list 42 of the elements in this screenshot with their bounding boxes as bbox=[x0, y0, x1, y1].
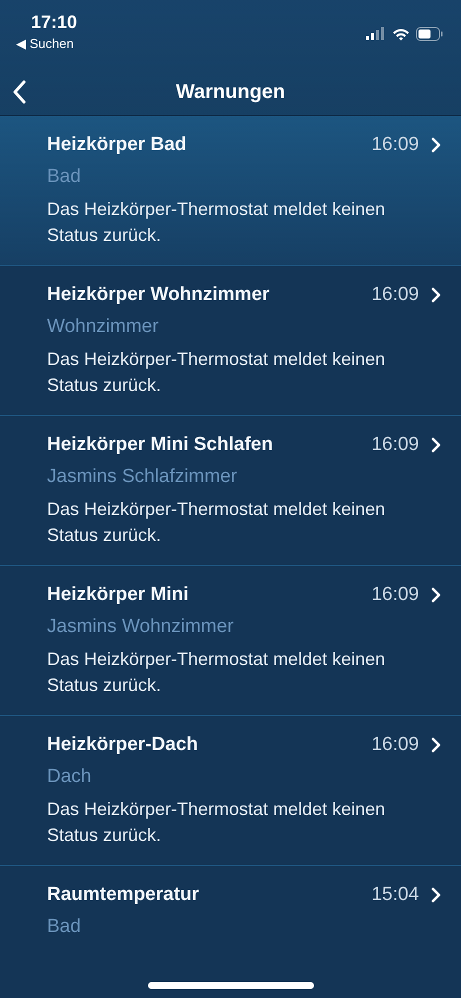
warning-message: Das Heizkörper-Thermostat meldet keinen Status zurück. bbox=[47, 798, 386, 847]
status-time: 17:10 bbox=[30, 12, 78, 33]
back-to-app-link[interactable]: ◀ Suchen bbox=[16, 36, 78, 51]
screen-title: Warnungen bbox=[176, 81, 286, 104]
chevron-icon bbox=[431, 137, 441, 153]
warning-location: Jasmins Wohnzimmer bbox=[47, 616, 235, 638]
warning-title: Heizkörper-Dach bbox=[47, 734, 199, 756]
chevron-icon bbox=[431, 437, 441, 453]
warning-item[interactable]: Heizkörper Wohnzimmer 16:09 Wohnzimmer Das Heizkörper-Thermostat meldet keinen Status zurück. bbox=[0, 266, 461, 416]
warning-time: 16:09 bbox=[371, 284, 419, 306]
warning-time: 16:09 bbox=[371, 734, 419, 756]
warning-message: Das Heizkörper-Thermostat meldet keinen Status zurück. bbox=[47, 198, 386, 247]
chevron-icon bbox=[431, 887, 441, 903]
warning-title: Heizkörper Wohnzimmer bbox=[47, 284, 270, 306]
warning-message: Das Heizkörper-Thermostat meldet keinen Status zurück. bbox=[47, 648, 386, 697]
warning-message: Das Heizkörper-Thermostat meldet keinen Status zurück. bbox=[47, 498, 386, 547]
warning-time: 16:09 bbox=[371, 434, 419, 456]
warning-title: Heizkörper Mini bbox=[47, 584, 190, 606]
chevron-icon bbox=[431, 587, 441, 603]
warning-location: Bad bbox=[47, 166, 82, 188]
chevron-icon bbox=[431, 287, 441, 303]
signal-icon bbox=[366, 27, 386, 41]
warning-title: Heizkörper Mini Schlafen bbox=[47, 434, 274, 456]
warning-location: Bad bbox=[47, 916, 82, 938]
warning-location: Jasmins Schlafzimmer bbox=[47, 466, 238, 488]
warning-title: Heizkörper Bad bbox=[47, 134, 188, 156]
warning-item[interactable]: Heizkörper Mini Schlafen 16:09 Jasmins Schlafzimmer Das Heizkörper-Thermostat meldet keinen Status zurück. bbox=[0, 416, 461, 566]
warning-time: 15:04 bbox=[371, 884, 419, 906]
back-icon[interactable] bbox=[12, 80, 26, 104]
warning-item[interactable]: Heizkörper-Dach 16:09 Dach Das Heizkörper-Thermostat meldet keinen Status zurück. bbox=[0, 716, 461, 866]
wifi-icon bbox=[392, 28, 410, 40]
warning-item[interactable]: Heizkörper Bad 16:09 Bad Das Heizkörper-Thermostat meldet keinen Status zurück. bbox=[0, 116, 461, 266]
chevron-icon bbox=[431, 737, 441, 753]
battery-icon bbox=[416, 27, 443, 41]
warning-time: 16:09 bbox=[371, 584, 419, 606]
warning-item[interactable]: Raumtemperatur 15:04 Bad bbox=[0, 866, 461, 998]
warning-item[interactable]: Heizkörper Mini 16:09 Jasmins Wohnzimmer Das Heizkörper-Thermostat meldet keinen Status zurück. bbox=[0, 566, 461, 716]
warning-message: Das Heizkörper-Thermostat meldet keinen Status zurück. bbox=[47, 348, 386, 397]
warning-time: 16:09 bbox=[371, 134, 419, 156]
warning-title: Raumtemperatur bbox=[47, 884, 200, 906]
warning-location: Dach bbox=[47, 766, 92, 788]
warning-location: Wohnzimmer bbox=[47, 316, 160, 338]
